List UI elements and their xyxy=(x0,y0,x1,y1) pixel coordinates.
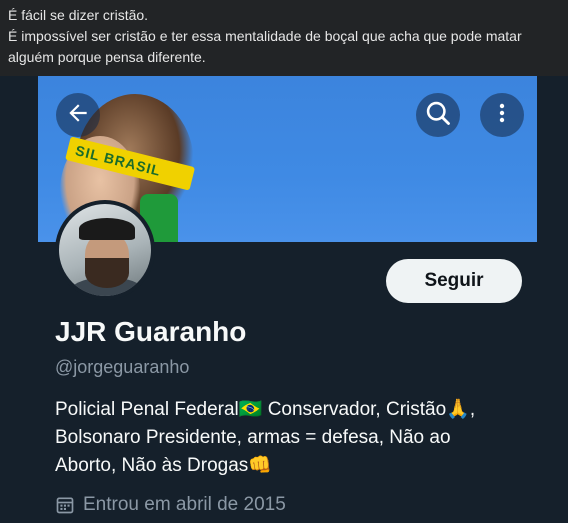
profile-handle: @jorgeguaranho xyxy=(55,357,190,377)
caption-line: É impossível ser cristão e ter essa ment… xyxy=(8,28,522,44)
more-options-button[interactable] xyxy=(480,93,524,137)
joined-text: Entrou em abril de 2015 xyxy=(83,494,286,515)
post-caption: É fácil se dizer cristão. É impossível s… xyxy=(0,0,568,76)
joined-date: Entrou em abril de 2015 xyxy=(55,494,286,516)
bio-line: Aborto, Não às Drogas👊 xyxy=(55,455,272,476)
follow-button[interactable]: Seguir xyxy=(386,259,522,303)
bio-line: Policial Penal Federal🇧🇷 Conservador, Cr… xyxy=(55,399,476,420)
calendar-icon xyxy=(55,495,75,515)
caption-line: É fácil se dizer cristão. xyxy=(8,7,149,23)
search-button[interactable] xyxy=(416,93,460,137)
search-icon xyxy=(424,99,452,132)
more-vertical-icon xyxy=(490,101,514,130)
profile-screenshot: SIL BRASIL Seguir JJR Guaranho @jorgegua… xyxy=(0,76,568,523)
back-button[interactable] xyxy=(56,93,100,137)
arrow-left-icon xyxy=(65,100,91,131)
avatar[interactable] xyxy=(55,200,155,300)
bio-line: Bolsonaro Presidente, armas = defesa, Nã… xyxy=(55,427,451,448)
profile-name: JJR Guaranho xyxy=(55,316,247,347)
caption-line: alguém porque pensa diferente. xyxy=(8,49,206,65)
profile-bio: Policial Penal Federal🇧🇷 Conservador, Cr… xyxy=(55,396,535,480)
avatar-photo xyxy=(59,204,151,296)
